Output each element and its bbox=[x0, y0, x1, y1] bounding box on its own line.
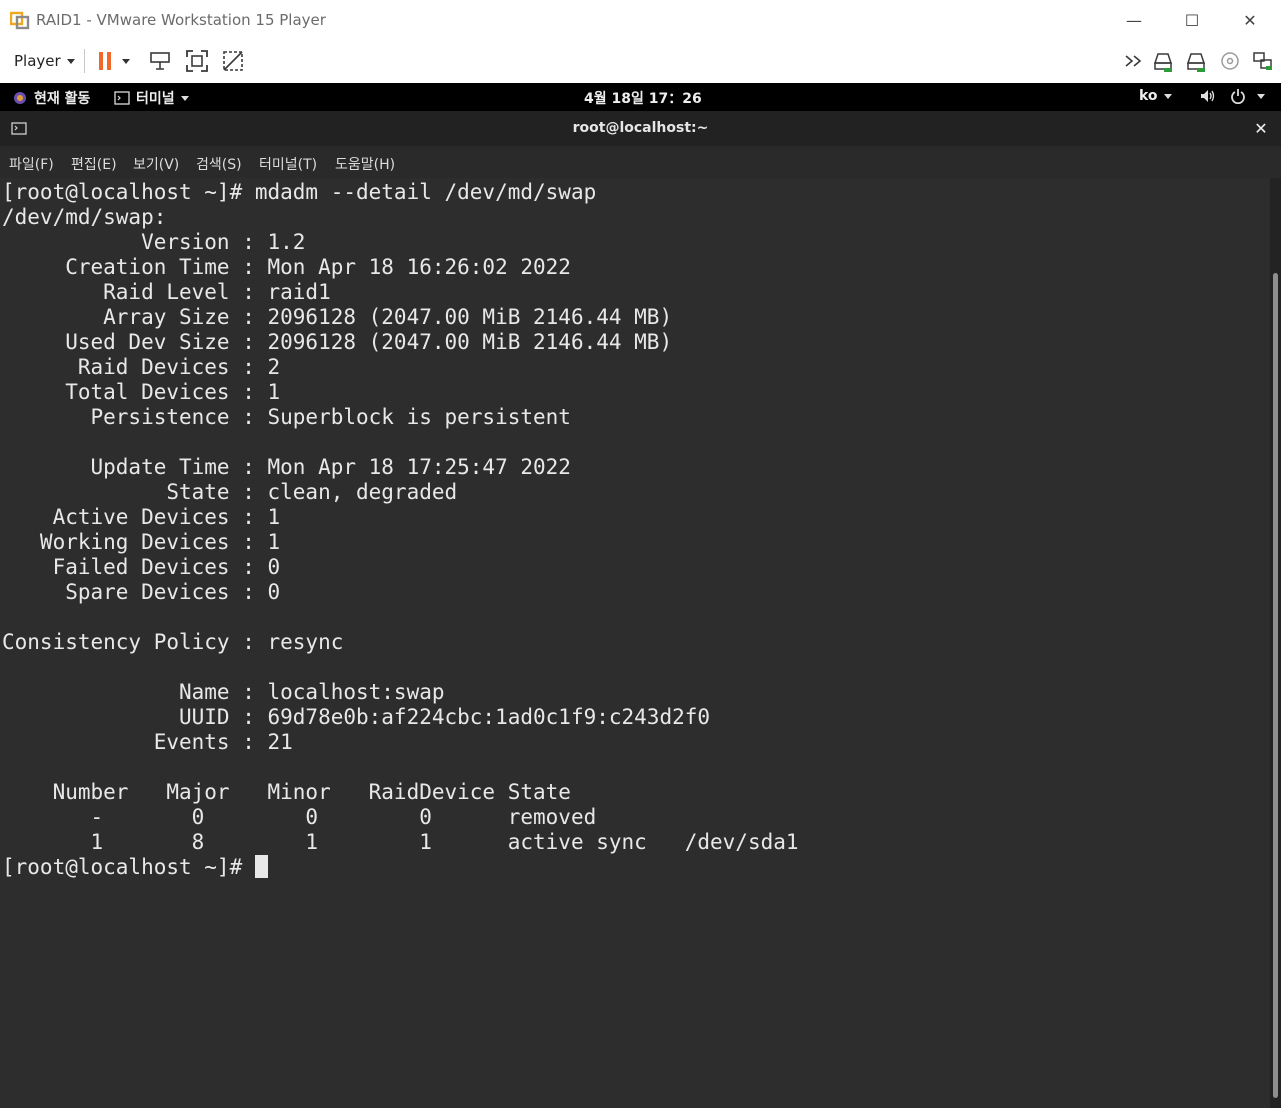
clock-label: 4월 18일 17：26 bbox=[584, 91, 702, 107]
app-menu-label: 터미널 bbox=[136, 91, 175, 107]
double-chevron-right-icon bbox=[1125, 55, 1142, 67]
terminal-body[interactable]: [root@localhost ~]# mdadm --detail /dev/… bbox=[0, 178, 1270, 1108]
terminal-headerbar: root@localhost:~ ✕ bbox=[0, 111, 1281, 147]
chevron-down-icon bbox=[180, 95, 189, 101]
pause-icon bbox=[99, 52, 111, 70]
menu-search[interactable]: 검색(S) bbox=[196, 154, 242, 174]
activities-button[interactable]: 현재 활동 bbox=[12, 88, 90, 108]
terminal-menubar: 파일(F) 편집(E) 보기(V) 검색(S) 터미널(T) 도움말(H) bbox=[0, 146, 1281, 178]
terminal-scrollbar[interactable] bbox=[1270, 178, 1281, 1108]
menu-help[interactable]: 도움말(H) bbox=[335, 154, 395, 174]
terminal-app-menu[interactable]: 터미널 bbox=[114, 88, 189, 108]
unity-mode-button[interactable] bbox=[220, 48, 246, 74]
hard-disk-1-button[interactable] bbox=[1150, 48, 1176, 74]
minimize-button[interactable]: — bbox=[1105, 0, 1163, 40]
menu-view[interactable]: 보기(V) bbox=[133, 154, 179, 174]
unity-icon bbox=[223, 51, 243, 71]
cd-dvd-button[interactable] bbox=[1217, 48, 1243, 74]
chevron-down-icon bbox=[1257, 93, 1265, 99]
fullscreen-button[interactable] bbox=[184, 48, 210, 74]
chevron-down-icon bbox=[1163, 93, 1172, 99]
hard-disk-2-button[interactable] bbox=[1183, 48, 1209, 74]
player-menu-button[interactable]: Player bbox=[6, 48, 83, 74]
window-title: RAID1 - VMware Workstation 15 Player bbox=[36, 11, 326, 29]
scrollbar-thumb[interactable] bbox=[1273, 273, 1278, 1098]
network-adapter-button[interactable] bbox=[1250, 48, 1276, 74]
fullscreen-icon bbox=[186, 50, 208, 72]
menu-file[interactable]: 파일(F) bbox=[9, 154, 54, 174]
activities-icon bbox=[14, 92, 26, 104]
gnome-top-bar: 현재 활동 터미널 4월 18일 17：26 ko bbox=[0, 83, 1281, 111]
cd-icon bbox=[1221, 52, 1239, 70]
terminal-cursor bbox=[254, 855, 268, 878]
language-label: ko bbox=[1139, 88, 1158, 104]
send-ctrl-alt-del-button[interactable] bbox=[147, 48, 173, 74]
terminal-prompt: [root@localhost ~]# bbox=[2, 855, 255, 879]
hard-disk-icon bbox=[1153, 53, 1173, 72]
close-icon: ✕ bbox=[1254, 119, 1268, 138]
maximize-button[interactable]: ☐ bbox=[1163, 0, 1221, 40]
more-devices-button[interactable] bbox=[1121, 48, 1147, 74]
close-terminal-button[interactable]: ✕ bbox=[1250, 118, 1272, 140]
chevron-down-icon bbox=[122, 58, 130, 64]
toolbar-divider bbox=[84, 49, 85, 73]
vmware-logo-icon bbox=[10, 11, 30, 30]
language-menu[interactable]: ko bbox=[1139, 88, 1172, 104]
player-toolbar: Player bbox=[0, 40, 1281, 84]
network-icon bbox=[1253, 52, 1272, 70]
player-menu-label: Player bbox=[14, 52, 61, 70]
menu-edit[interactable]: 편집(E) bbox=[71, 154, 117, 174]
keyboard-send-icon bbox=[150, 52, 170, 70]
power-icon bbox=[1231, 89, 1245, 104]
clock-button[interactable]: 4월 18일 17：26 bbox=[584, 88, 702, 108]
window-titlebar: RAID1 - VMware Workstation 15 Player — ☐… bbox=[0, 0, 1281, 41]
terminal-output: [root@localhost ~]# mdadm --detail /dev/… bbox=[2, 180, 799, 879]
close-window-button[interactable]: ✕ bbox=[1221, 0, 1279, 40]
pause-dropdown-button[interactable] bbox=[118, 48, 134, 74]
volume-icon bbox=[1201, 90, 1215, 102]
chevron-down-icon bbox=[66, 58, 75, 64]
activities-label: 현재 활동 bbox=[34, 91, 91, 107]
menu-terminal[interactable]: 터미널(T) bbox=[259, 154, 317, 174]
terminal-title: root@localhost:~ bbox=[572, 120, 709, 136]
hard-disk-icon bbox=[1186, 53, 1206, 72]
system-menu[interactable] bbox=[1199, 88, 1265, 104]
terminal-icon bbox=[114, 91, 130, 105]
pause-button[interactable] bbox=[92, 48, 118, 74]
